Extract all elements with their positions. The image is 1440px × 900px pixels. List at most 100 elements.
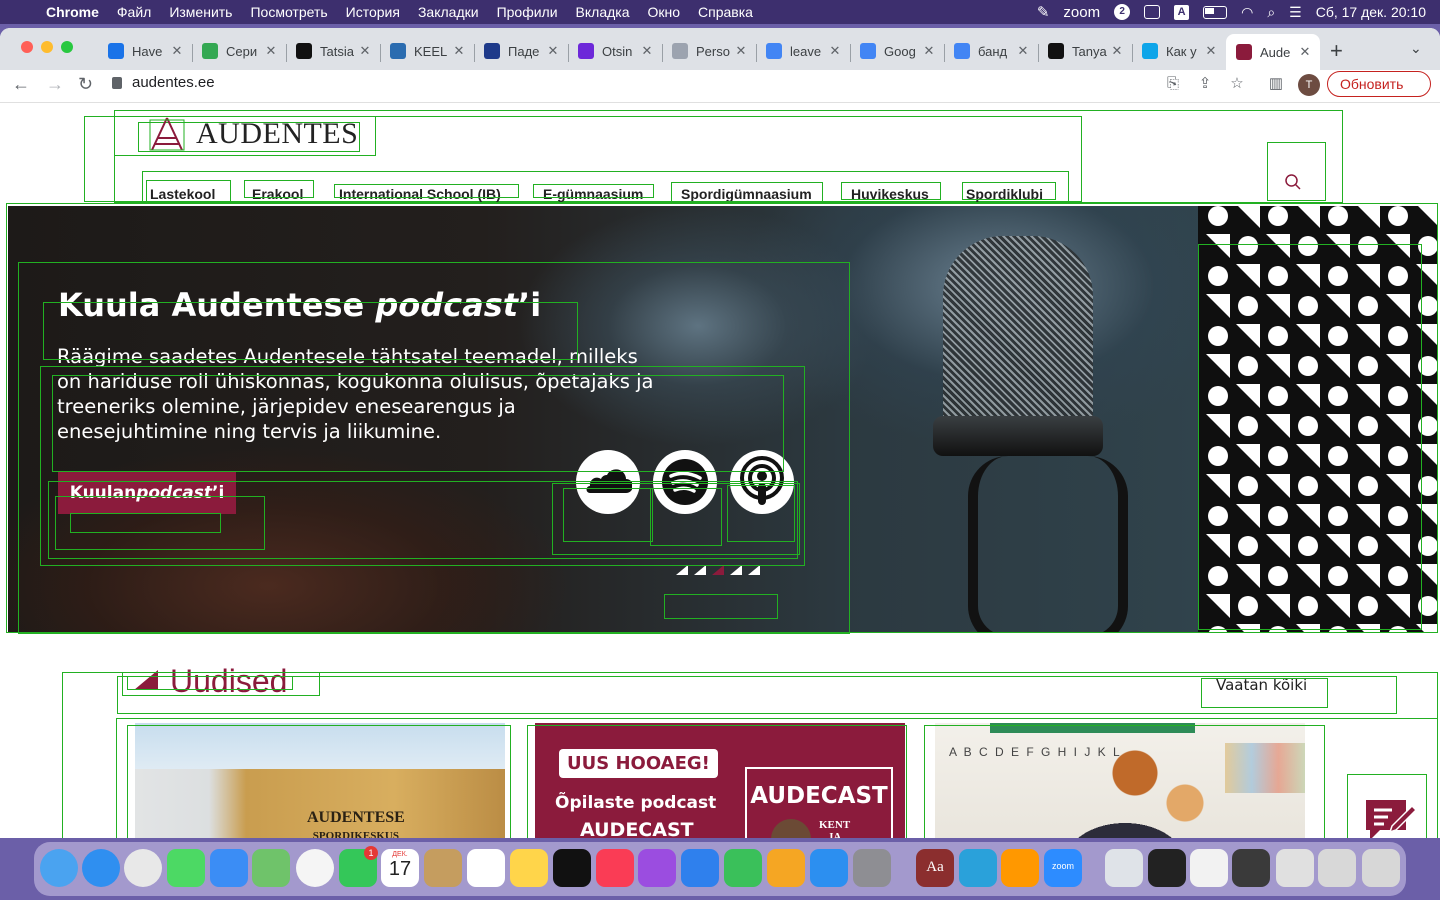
close-tab-icon[interactable]: ✕ (356, 43, 374, 59)
apple-tv-icon[interactable] (553, 849, 591, 887)
feather-app-icon[interactable]: ✎ (1037, 3, 1050, 21)
browser-tab[interactable]: Aude ✕ (1226, 34, 1320, 70)
podcasts-icon[interactable] (638, 849, 676, 887)
menu-app-chrome[interactable]: Chrome (46, 4, 99, 20)
close-tab-icon[interactable]: ✕ (1202, 43, 1220, 59)
keyboard-preview-icon[interactable] (1276, 849, 1314, 887)
browser-tab[interactable]: Паде ✕ (474, 36, 568, 66)
tab-favicon-icon (108, 43, 124, 59)
document-preview-icon[interactable] (1190, 849, 1228, 887)
reload-button[interactable]: ↻ (78, 74, 93, 95)
browser-tab[interactable]: Otsin ✕ (568, 36, 662, 66)
update-button[interactable]: Обновить ⋮ (1327, 71, 1431, 97)
back-button[interactable]: ← (12, 74, 30, 95)
url-text[interactable]: audentes.ee (132, 74, 215, 91)
tab-search-chevron-icon[interactable]: ⌄ (1410, 40, 1422, 57)
browser-tab[interactable]: KEEL ✕ (380, 36, 474, 66)
close-tab-icon[interactable]: ✕ (1296, 44, 1314, 60)
browser-tab[interactable]: Perso ✕ (662, 36, 756, 66)
terminal-window-icon[interactable] (1148, 849, 1186, 887)
app-store-icon[interactable] (810, 849, 848, 887)
chat-widget-icon[interactable] (1362, 796, 1416, 838)
keynote-icon[interactable] (681, 849, 719, 887)
side-panel-icon[interactable]: ▥ (1268, 76, 1284, 92)
menu-history[interactable]: История (346, 4, 400, 20)
menu-file[interactable]: Файл (117, 4, 151, 20)
spotlight-search-icon[interactable]: ⌕ (1267, 4, 1275, 21)
maps-icon[interactable] (252, 849, 290, 887)
profile-avatar[interactable]: T (1298, 74, 1320, 96)
tab-favicon-icon (1142, 43, 1158, 59)
close-tab-icon[interactable]: ✕ (262, 43, 280, 59)
address-bar[interactable]: audentes.ee (112, 74, 215, 91)
battery-icon[interactable] (1203, 5, 1228, 19)
close-tab-icon[interactable]: ✕ (732, 43, 750, 59)
new-tab-button[interactable]: + (1330, 38, 1343, 64)
audentes-logo[interactable]: AUDENTES (148, 116, 358, 152)
wifi-icon[interactable]: ◠ (1241, 4, 1253, 21)
browser-tab[interactable]: банд ✕ (944, 36, 1038, 66)
system-preferences-icon[interactable] (853, 849, 891, 887)
telegram-icon[interactable] (959, 849, 997, 887)
photos-icon[interactable] (296, 849, 334, 887)
messages-icon[interactable] (167, 849, 205, 887)
sublime-text-icon[interactable] (1001, 849, 1039, 887)
macos-menu-bar: Chrome Файл Изменить Посмотреть История … (0, 0, 1440, 24)
pdf-document-icon[interactable] (1105, 849, 1143, 887)
browser-tab[interactable]: leave ✕ (756, 36, 850, 66)
close-window-button[interactable] (21, 41, 33, 53)
reminders-icon[interactable] (467, 849, 505, 887)
screen-mirroring-icon[interactable] (1144, 5, 1161, 19)
browser-tab[interactable]: Сери ✕ (192, 36, 286, 66)
menu-view[interactable]: Посмотреть (250, 4, 327, 20)
close-tab-icon[interactable]: ✕ (826, 43, 844, 59)
close-tab-icon[interactable]: ✕ (450, 43, 468, 59)
lock-icon[interactable] (112, 76, 122, 89)
menu-tab[interactable]: Вкладка (576, 4, 630, 20)
menu-help[interactable]: Справка (698, 4, 753, 20)
close-tab-icon[interactable]: ✕ (638, 43, 656, 59)
finder-icon[interactable] (40, 849, 78, 887)
apple-menu-icon[interactable] (18, 4, 32, 20)
window-preview-icon[interactable] (1318, 849, 1356, 887)
browser-tab[interactable]: Tatsia ✕ (286, 36, 380, 66)
browser-tab[interactable]: Tanya ✕ (1038, 36, 1132, 66)
share-icon[interactable]: ⇪ (1197, 76, 1213, 92)
close-tab-icon[interactable]: ✕ (920, 43, 938, 59)
minimize-window-button[interactable] (41, 41, 53, 53)
chrome-icon[interactable] (124, 849, 162, 887)
menu-window[interactable]: Окно (648, 4, 681, 20)
input-source-icon[interactable]: A (1174, 4, 1190, 20)
menu-profiles[interactable]: Профили (497, 4, 558, 20)
tab-favicon-icon (390, 43, 406, 59)
tab-title: банд (978, 43, 1008, 59)
zoom-status-label[interactable]: zoom (1063, 4, 1100, 21)
close-tab-icon[interactable]: ✕ (544, 43, 562, 59)
browser-tab[interactable]: Goog ✕ (850, 36, 944, 66)
zoom-window-button[interactable] (61, 41, 73, 53)
contacts-icon[interactable] (424, 849, 462, 887)
music-icon[interactable] (596, 849, 634, 887)
safari-icon[interactable] (82, 849, 120, 887)
close-tab-icon[interactable]: ✕ (1108, 43, 1126, 59)
control-center-icon[interactable]: ☰ (1289, 4, 1302, 21)
screenshot-preview-icon[interactable] (1232, 849, 1270, 887)
trash-icon[interactable] (1362, 849, 1400, 887)
mail-icon[interactable] (210, 849, 248, 887)
search-icon[interactable] (1284, 173, 1302, 191)
menubar-datetime[interactable]: Сб, 17 дек. 20:10 (1316, 4, 1426, 20)
close-tab-icon[interactable]: ✕ (1014, 43, 1032, 59)
browser-tab[interactable]: Have ✕ (98, 36, 192, 66)
translate-icon[interactable]: ⎘ (1165, 76, 1181, 92)
zoom-badge-icon[interactable]: 2 (1114, 4, 1131, 20)
numbers-icon[interactable] (724, 849, 762, 887)
menu-bookmarks[interactable]: Закладки (418, 4, 479, 20)
close-tab-icon[interactable]: ✕ (168, 43, 186, 59)
notes-icon[interactable] (510, 849, 548, 887)
menu-edit[interactable]: Изменить (169, 4, 232, 20)
bookmark-star-icon[interactable]: ☆ (1229, 76, 1245, 92)
pages-icon[interactable] (767, 849, 805, 887)
browser-tab[interactable]: Как у ✕ (1132, 36, 1226, 66)
tab-title: Otsin (602, 43, 633, 59)
forward-button[interactable]: → (46, 74, 64, 95)
